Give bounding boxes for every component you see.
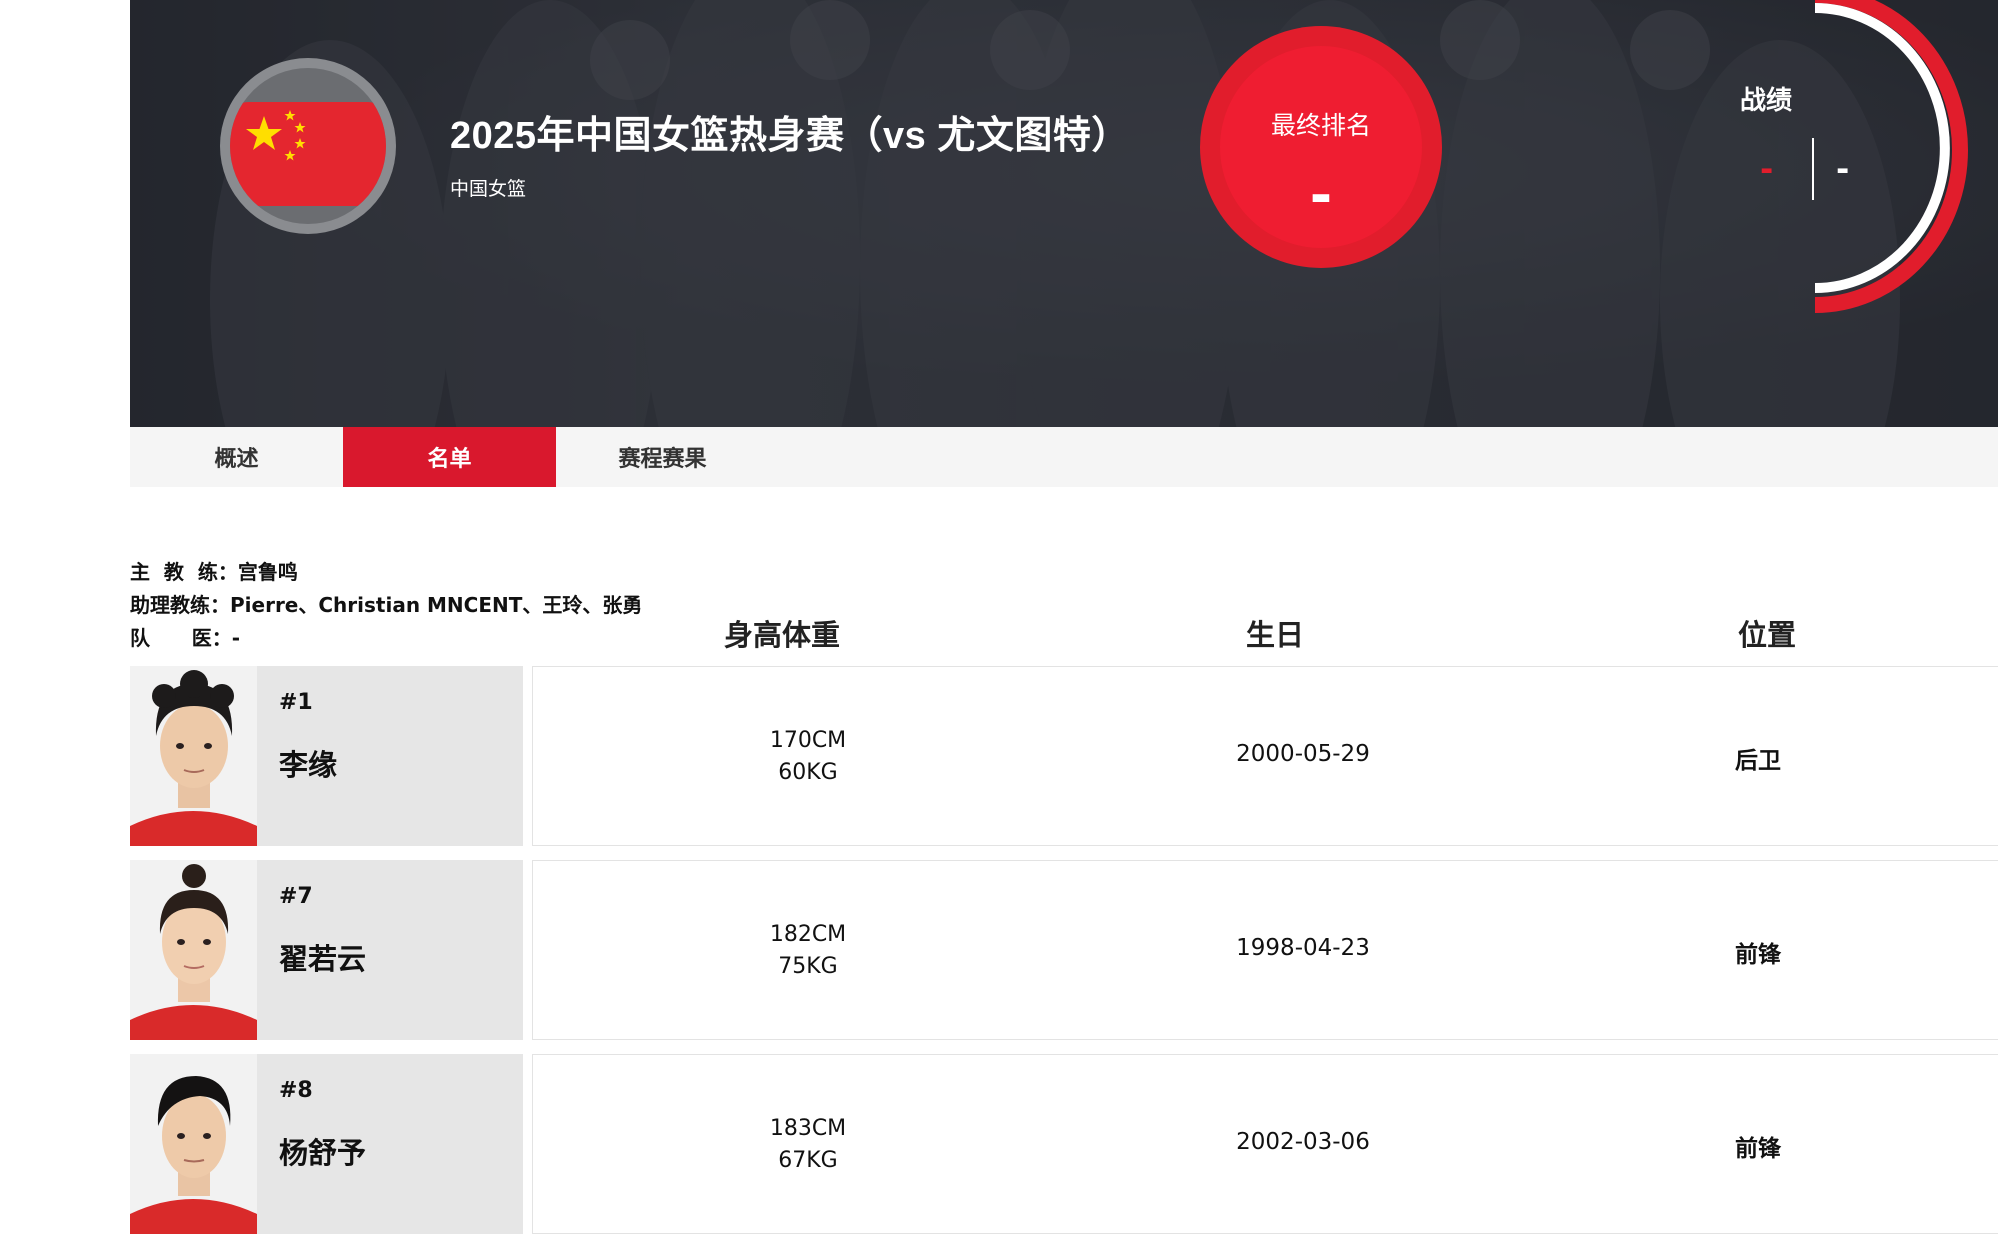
player-card[interactable]: #7 翟若云 (130, 860, 523, 1040)
player-height: 183CM (769, 1116, 847, 1141)
assistant-coach-value: Pierre、Christian MNCENT、王玲、张勇 (230, 593, 643, 617)
player-photo (130, 1054, 257, 1234)
record-losses: - (1836, 150, 1850, 188)
player-info: 183CM 67KG 2002-03-06 前锋 (532, 1054, 1998, 1234)
player-weight: 60KG (778, 760, 838, 785)
coaching-staff: 主 教 练：宫鲁鸣 助理教练：Pierre、Christian MNCENT、王… (130, 556, 642, 655)
final-rank-value: - (1309, 164, 1333, 227)
player-info: 170CM 60KG 2000-05-29 后卫 (532, 666, 1998, 846)
team-doctor-row: 队 医：- (130, 622, 642, 655)
tab-roster[interactable]: 名单 (343, 427, 556, 487)
record-wins: - (1760, 150, 1774, 188)
player-row[interactable]: #8 杨舒予 183CM 67KG 2002-03-06 前锋 (130, 1054, 1998, 1234)
player-photo (130, 666, 257, 846)
player-height-weight: 183CM 67KG (718, 1113, 898, 1177)
player-height-weight: 182CM 75KG (718, 919, 898, 983)
player-weight: 75KG (778, 954, 838, 979)
player-name: 翟若云 (279, 942, 367, 976)
player-name: 杨舒予 (279, 1136, 367, 1170)
column-header-height-weight: 身高体重 (723, 618, 840, 652)
team-tabs: 概述 名单 赛程赛果 (130, 427, 1998, 487)
player-birthday: 2002-03-06 (1236, 1129, 1370, 1155)
assistant-coach-label: 助理教练： (130, 593, 230, 617)
player-number: #7 (279, 884, 313, 909)
player-birthday: 2000-05-29 (1236, 741, 1370, 767)
player-card[interactable]: #1 李缘 (130, 666, 523, 846)
player-position: 前锋 (1735, 942, 1781, 968)
player-height-weight: 170CM 60KG (718, 725, 898, 789)
player-height: 182CM (769, 922, 847, 947)
final-rank-label: 最终排名 (1270, 111, 1371, 140)
player-number: #8 (279, 1078, 313, 1103)
team-flag-badge (220, 58, 396, 234)
assistant-coach-row: 助理教练：Pierre、Christian MNCENT、王玲、张勇 (130, 589, 642, 622)
player-weight: 67KG (778, 1148, 838, 1173)
player-height: 170CM (769, 728, 847, 753)
head-coach-row: 主 教 练：宫鲁鸣 (130, 556, 642, 589)
player-row[interactable]: #1 李缘 170CM 60KG 2000-05-29 后卫 (130, 666, 1998, 846)
team-name: 中国女篮 (450, 178, 527, 200)
column-header-position: 位置 (1737, 618, 1796, 652)
tab-schedule-results[interactable]: 赛程赛果 (556, 427, 769, 487)
player-card[interactable]: #8 杨舒予 (130, 1054, 523, 1234)
record-label: 战绩 (1739, 86, 1792, 116)
final-rank-badge: 最终排名 - (1200, 26, 1442, 268)
player-position: 前锋 (1735, 1136, 1781, 1162)
team-doctor-label: 队 医： (130, 626, 232, 650)
player-photo (130, 860, 257, 1040)
head-coach-label: 主 教 练： (130, 560, 238, 584)
head-coach-value: 宫鲁鸣 (237, 560, 298, 584)
team-hero-banner: 2025年中国女篮热身赛（vs 尤文图特） 中国女篮 最终排名 - 战绩 - - (130, 0, 1998, 427)
player-number: #1 (279, 690, 313, 715)
china-flag-icon (230, 102, 386, 206)
tab-overview[interactable]: 概述 (130, 427, 343, 487)
player-row[interactable]: #7 翟若云 182CM 75KG 1998-04-23 前锋 (130, 860, 1998, 1040)
event-title: 2025年中国女篮热身赛（vs 尤文图特） (450, 115, 1130, 157)
column-header-birthday: 生日 (1245, 618, 1304, 652)
player-position: 后卫 (1735, 748, 1781, 774)
player-name: 李缘 (279, 748, 338, 782)
player-info: 182CM 75KG 1998-04-23 前锋 (532, 860, 1998, 1040)
team-doctor-value: - (231, 626, 241, 650)
record-divider (1812, 138, 1814, 200)
player-birthday: 1998-04-23 (1236, 935, 1370, 961)
